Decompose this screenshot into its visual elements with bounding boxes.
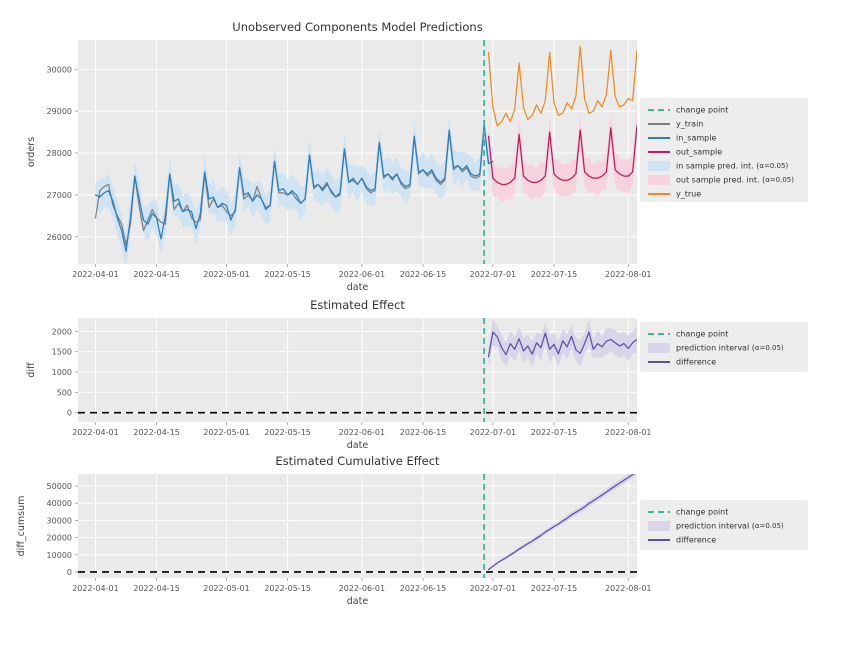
x-tick-label: 2022-07-15 [531, 428, 578, 437]
x-tick-label: 2022-06-15 [400, 270, 447, 279]
x-tick-label: 2022-04-15 [133, 270, 180, 279]
legend-label: prediction interval (α=0.05) [676, 344, 784, 353]
chart-title-2: Estimated Effect [310, 298, 405, 312]
x-tick-label: 2022-04-01 [72, 584, 119, 593]
y-tick-label: 1000 [52, 368, 72, 377]
y-axis-label-2: diff [26, 362, 37, 378]
x-tick-label: 2022-04-01 [72, 270, 119, 279]
legend-label: prediction interval (α=0.05) [676, 522, 784, 531]
matplotlib-figure: Unobserved Components Model Predictions 2… [16, 20, 808, 607]
chart-1: Unobserved Components Model Predictions 2… [26, 20, 808, 293]
y-tick-label: 40000 [47, 499, 72, 508]
legend-label: in_sample [676, 134, 716, 143]
x-tick-label: 2022-07-01 [470, 270, 517, 279]
y-tick-label: 1500 [52, 348, 72, 357]
x-tick-label: 2022-07-01 [470, 428, 517, 437]
legend-label: y_train [676, 120, 703, 129]
chart-2: Estimated Effect 0 500 1000 1500 2000 diff 2022… [26, 298, 808, 451]
x-axis-3: 2022-04-01 2022-04-15 2022-05-01 2022-05-15… [72, 578, 652, 593]
y-axis-1: 26000 27000 28000 29000 30000 [47, 65, 78, 242]
y-axis-label-1: orders [26, 137, 37, 167]
legend-label: change point [676, 508, 728, 517]
x-axis-2: 2022-04-01 2022-04-15 2022-05-01 2022-05-15… [72, 422, 652, 437]
x-tick-label: 2022-05-15 [264, 584, 311, 593]
y-tick-label: 28000 [47, 149, 72, 158]
legend-label: out sample pred. int. (α=0.05) [676, 176, 794, 185]
legend-label: out_sample [676, 148, 722, 157]
plot-area-2 [78, 318, 637, 422]
y-tick-label: 2000 [52, 327, 72, 336]
y-axis-3: 0 10000 20000 30000 40000 50000 [47, 482, 78, 577]
legend-label: in sample pred. int. (α=0.05) [676, 162, 788, 171]
x-tick-label: 2022-05-01 [203, 270, 250, 279]
legend-label: y_true [676, 190, 701, 199]
x-tick-label: 2022-04-15 [133, 584, 180, 593]
y-tick-label: 29000 [47, 107, 72, 116]
x-tick-label: 2022-05-01 [203, 584, 250, 593]
chart-title-1: Unobserved Components Model Predictions [232, 20, 482, 34]
x-tick-label: 2022-06-15 [400, 584, 447, 593]
legend-2: change point prediction interval (α=0.05)… [640, 322, 808, 372]
x-tick-label: 2022-07-01 [470, 584, 517, 593]
legend-swatch-band [648, 175, 670, 185]
y-axis-label-3: diff_cumsum [16, 496, 27, 557]
x-tick-label: 2022-06-01 [339, 270, 386, 279]
x-tick-label: 2022-05-15 [264, 270, 311, 279]
legend-1: change point y_train in_sample out_samplein… [640, 98, 808, 202]
legend-swatch-band [648, 161, 670, 171]
y-tick-label: 20000 [47, 534, 72, 543]
x-tick-label: 2022-07-15 [531, 584, 578, 593]
chart-title-3: Estimated Cumulative Effect [275, 454, 440, 468]
chart-3: Estimated Cumulative Effect 0 10000 20000 30… [16, 454, 808, 607]
x-axis-label-3: date [347, 596, 369, 607]
x-tick-label: 2022-05-01 [203, 428, 250, 437]
legend-item[interactable]: prediction interval (α=0.05) [648, 343, 784, 353]
x-tick-label: 2022-04-15 [133, 428, 180, 437]
legend-label: difference [676, 536, 716, 545]
y-tick-label: 10000 [47, 551, 72, 560]
y-tick-label: 50000 [47, 482, 72, 491]
legend-item[interactable]: in sample pred. int. (α=0.05) [648, 161, 788, 171]
y-tick-label: 30000 [47, 65, 72, 74]
x-tick-label: 2022-08-01 [605, 428, 652, 437]
x-tick-label: 2022-06-01 [339, 584, 386, 593]
figure-canvas: Unobserved Components Model Predictions 2… [0, 0, 842, 646]
x-axis-label-1: date [347, 282, 369, 293]
x-axis-label-2: date [347, 440, 369, 451]
legend-swatch-band [648, 343, 670, 353]
y-tick-label: 26000 [47, 233, 72, 242]
legend-label: change point [676, 106, 728, 115]
legend-label: difference [676, 358, 716, 367]
x-axis-1: 2022-04-01 2022-04-15 2022-05-01 2022-05-15… [72, 264, 652, 279]
x-tick-label: 2022-08-01 [605, 270, 652, 279]
x-tick-label: 2022-06-01 [339, 428, 386, 437]
x-tick-label: 2022-05-15 [264, 428, 311, 437]
y-tick-label: 30000 [47, 516, 72, 525]
x-tick-label: 2022-06-15 [400, 428, 447, 437]
y-tick-label: 500 [57, 388, 72, 397]
x-tick-label: 2022-07-15 [531, 270, 578, 279]
legend-item[interactable]: out sample pred. int. (α=0.05) [648, 175, 794, 185]
y-tick-label: 27000 [47, 191, 72, 200]
legend-label: change point [676, 330, 728, 339]
x-tick-label: 2022-08-01 [605, 584, 652, 593]
y-axis-2: 0 500 1000 1500 2000 [52, 327, 78, 418]
legend-item[interactable]: prediction interval (α=0.05) [648, 521, 784, 531]
legend-3: change point prediction interval (α=0.05)… [640, 500, 808, 550]
y-tick-label: 0 [67, 409, 72, 418]
y-tick-label: 0 [67, 568, 72, 577]
legend-swatch-band [648, 521, 670, 531]
x-tick-label: 2022-04-01 [72, 428, 119, 437]
